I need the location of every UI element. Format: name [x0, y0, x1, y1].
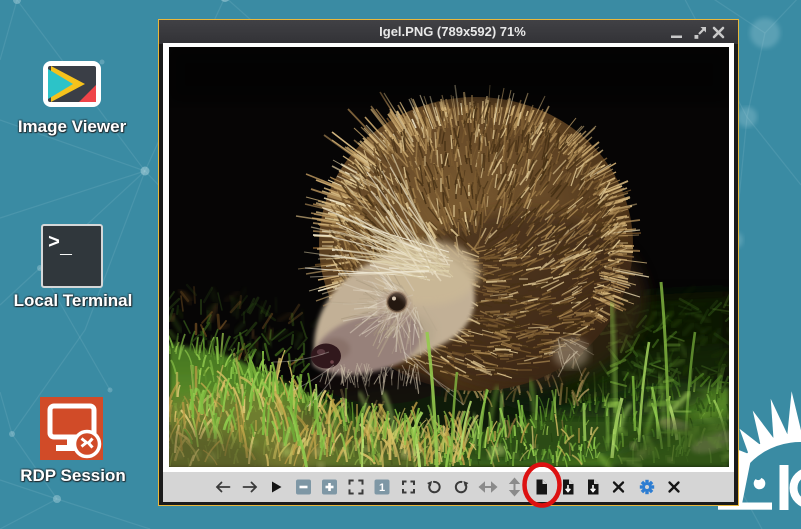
svg-text:_: _: [59, 237, 73, 260]
svg-text:>: >: [48, 232, 60, 255]
svg-text:1: 1: [379, 482, 385, 494]
